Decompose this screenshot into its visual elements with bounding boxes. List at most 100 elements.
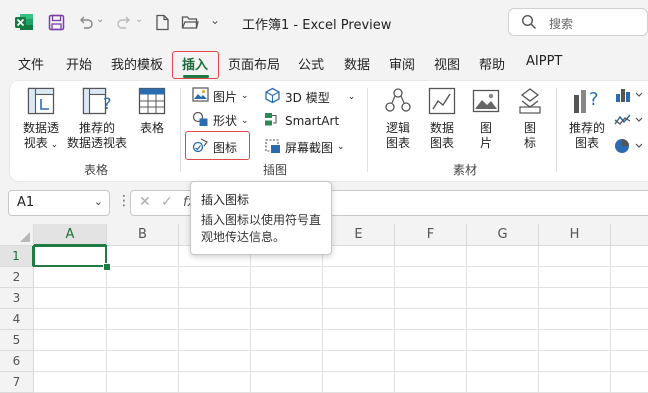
recommended-pivot-icon: ?	[82, 87, 114, 118]
pictures-dropdown-icon: ⌄	[241, 91, 249, 101]
table-icon	[138, 87, 166, 118]
tab-help[interactable]: 帮助	[479, 54, 505, 73]
selected-cell-a1[interactable]	[33, 245, 107, 267]
row-header-2[interactable]: 2	[0, 267, 34, 288]
icons-button[interactable]: 图标	[192, 137, 237, 157]
insert-icons-tooltip: 插入图标 插入图标以使用符号直观地传达信息。	[190, 181, 332, 255]
customize-toolbar-icon[interactable]: ⌄	[210, 13, 220, 27]
tab-insert[interactable]: 插入	[182, 54, 208, 73]
tab-aippt[interactable]: AIPPT	[526, 54, 562, 69]
smartart-icon	[264, 111, 281, 130]
shapes-button[interactable]: 形状 ⌄	[192, 111, 249, 130]
3d-models-label: 3D 模型	[285, 90, 330, 105]
shapes-dropdown-icon: ⌄	[241, 115, 249, 126]
3d-models-dropdown-icon: ⌄	[347, 92, 356, 102]
more-options-icon[interactable]: ⋮	[117, 193, 131, 209]
column-header-g[interactable]: G	[467, 224, 539, 246]
column-header-e[interactable]: E	[323, 224, 395, 246]
row-header-1[interactable]: 1	[0, 246, 34, 267]
smartart-label: SmartArt	[285, 113, 340, 128]
active-tab-indicator	[183, 75, 209, 78]
svg-text:?: ?	[589, 89, 599, 110]
column-chart-icon[interactable]	[614, 87, 648, 106]
picture-icon	[192, 87, 209, 105]
undo-dropdown-icon[interactable]: ⌄	[96, 14, 104, 25]
row-header-5[interactable]: 5	[0, 330, 34, 351]
name-box-dropdown-icon[interactable]: ⌄	[94, 195, 103, 208]
group-divider	[367, 88, 368, 172]
select-all-button[interactable]	[0, 224, 34, 246]
open-folder-icon[interactable]	[180, 12, 200, 32]
line-chart-icon[interactable]	[614, 112, 648, 131]
redo-icon[interactable]	[114, 12, 134, 32]
pictures-label: 图片	[213, 89, 238, 104]
row-header-6[interactable]: 6	[0, 351, 34, 372]
column-header-f[interactable]: F	[395, 224, 467, 246]
fill-handle[interactable]	[103, 263, 111, 271]
screenshot-label: 屏幕截图	[285, 140, 334, 155]
smartart-button[interactable]: SmartArt	[264, 111, 339, 130]
tooltip-description: 插入图标以使用符号直观地传达信息。	[201, 213, 322, 244]
group-divider	[556, 88, 557, 172]
column-header-b[interactable]: B	[107, 224, 179, 246]
pivot-table-icon	[27, 87, 55, 118]
new-file-icon[interactable]	[152, 12, 172, 32]
window-title: 工作簿1 - Excel Preview	[242, 18, 392, 33]
tab-home[interactable]: 开始	[66, 54, 92, 73]
recommended-charts-button[interactable]: 推荐的 图表	[566, 121, 608, 151]
search-placeholder: 搜索	[549, 17, 574, 31]
column-header-partial	[611, 224, 648, 246]
tab-data[interactable]: 数据	[344, 54, 370, 73]
3d-models-button[interactable]: 3D 模型 ⌄	[264, 87, 355, 107]
asset-icon-button[interactable]: 图 标	[514, 121, 546, 151]
tooltip-title: 插入图标	[201, 193, 250, 207]
search-icon	[521, 14, 537, 30]
illustrations-group-label: 插图	[263, 163, 288, 177]
icons-icon	[192, 137, 209, 157]
pivot-table-button[interactable]: 数据透 视表 ⌄	[20, 121, 62, 153]
tab-my-templates[interactable]: 我的模板	[111, 54, 163, 73]
recommended-charts-icon: ?	[572, 87, 604, 118]
row-header-7[interactable]: 7	[0, 372, 34, 393]
screenshot-icon	[264, 137, 281, 157]
data-chart-icon	[428, 87, 456, 118]
data-chart-button[interactable]: 数据 图表	[426, 121, 458, 151]
tab-file[interactable]: 文件	[18, 54, 44, 73]
pictures-button[interactable]: 图片 ⌄	[192, 87, 249, 105]
logic-chart-icon	[384, 87, 412, 118]
asset-icon-icon	[516, 87, 544, 118]
tab-view[interactable]: 视图	[434, 54, 460, 73]
tables-group-label: 表格	[84, 163, 109, 177]
shapes-icon	[192, 111, 209, 130]
row-header-3[interactable]: 3	[0, 288, 34, 309]
logic-chart-button[interactable]: 逻辑 图表	[382, 121, 414, 151]
column-header-h[interactable]: H	[539, 224, 611, 246]
save-icon[interactable]	[46, 12, 66, 32]
name-box-value: A1	[17, 195, 35, 210]
tab-formulas[interactable]: 公式	[298, 54, 324, 73]
asset-picture-icon	[472, 87, 500, 118]
pivot-dropdown-icon: ⌄	[47, 140, 59, 150]
screenshot-button[interactable]: 屏幕截图 ⌄	[264, 137, 345, 157]
cancel-icon[interactable]: ✕	[139, 194, 151, 210]
undo-icon[interactable]	[76, 12, 96, 32]
icons-label: 图标	[213, 140, 238, 155]
tab-review[interactable]: 审阅	[389, 54, 415, 73]
recommended-pivot-label[interactable]: 推荐的 数据透视表	[64, 121, 130, 151]
name-box[interactable]: A1 ⌄	[8, 190, 110, 216]
enter-icon[interactable]: ✓	[161, 194, 173, 210]
assets-group-label: 素材	[453, 163, 478, 177]
row-header-4[interactable]: 4	[0, 309, 34, 330]
group-divider	[180, 88, 181, 172]
pie-chart-icon[interactable]	[614, 138, 648, 157]
svg-text:?: ?	[103, 94, 112, 113]
excel-logo-icon	[14, 12, 34, 32]
redo-dropdown-icon[interactable]: ⌄	[135, 14, 143, 25]
column-header-a[interactable]: A	[34, 224, 107, 246]
table-button[interactable]: 表格	[136, 121, 168, 136]
tab-page-layout[interactable]: 页面布局	[228, 54, 280, 73]
asset-picture-button[interactable]: 图 片	[470, 121, 502, 151]
search-input[interactable]: 搜索	[508, 8, 648, 36]
shapes-label: 形状	[213, 114, 238, 128]
3d-model-icon	[264, 87, 281, 107]
